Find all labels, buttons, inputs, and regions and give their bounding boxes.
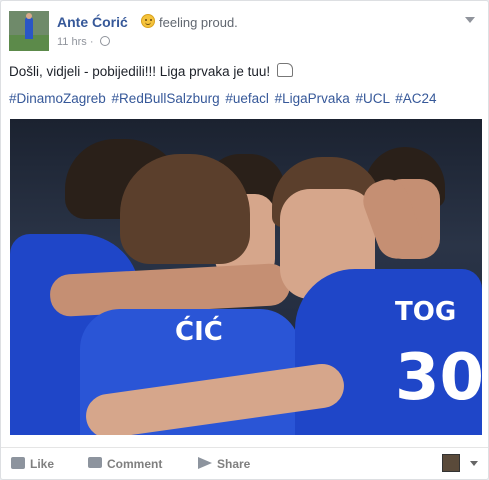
jersey-name-left: ĆIĆ [175,317,223,347]
jersey-number-right: 30 [395,341,482,415]
feeling-text: feeling proud. [159,15,238,30]
comment-icon[interactable] [88,457,102,468]
post-photo[interactable]: ĆIĆ TOG 30 [10,119,482,435]
timestamp[interactable]: 11 hrs [57,36,87,48]
action-bar: Like Comment Share [1,447,488,478]
post-header: Ante Ćorić feeling proud. 11 hrs · [9,11,479,55]
jersey-name-right: TOG [395,297,457,327]
flexed-biceps-icon [276,63,293,77]
profile-picture-icon[interactable] [442,454,460,472]
share-icon[interactable] [198,457,212,469]
chevron-down-icon[interactable] [465,17,475,23]
globe-icon[interactable] [99,36,110,46]
post-meta: 11 hrs · [57,36,110,48]
post-card: Ante Ćorić feeling proud. 11 hrs · Došli… [0,0,489,480]
author-name[interactable]: Ante Ćorić [57,14,128,30]
post-text-content: Došli, vidjeli - pobijedili!!! Liga prva… [9,64,271,79]
author-avatar[interactable] [9,11,49,51]
like-button[interactable]: Like [30,457,54,471]
post-hashtags[interactable]: #DinamoZagreb #RedBullSalzburg #uefacl #… [9,91,437,106]
chevron-down-icon[interactable] [470,461,478,466]
separator: · [89,36,94,48]
share-button[interactable]: Share [217,457,250,471]
like-icon[interactable] [11,457,25,469]
smile-emoji-icon [141,14,155,28]
post-text: Došli, vidjeli - pobijedili!!! Liga prva… [9,63,293,79]
player-head [120,154,250,264]
comment-button[interactable]: Comment [107,457,162,471]
